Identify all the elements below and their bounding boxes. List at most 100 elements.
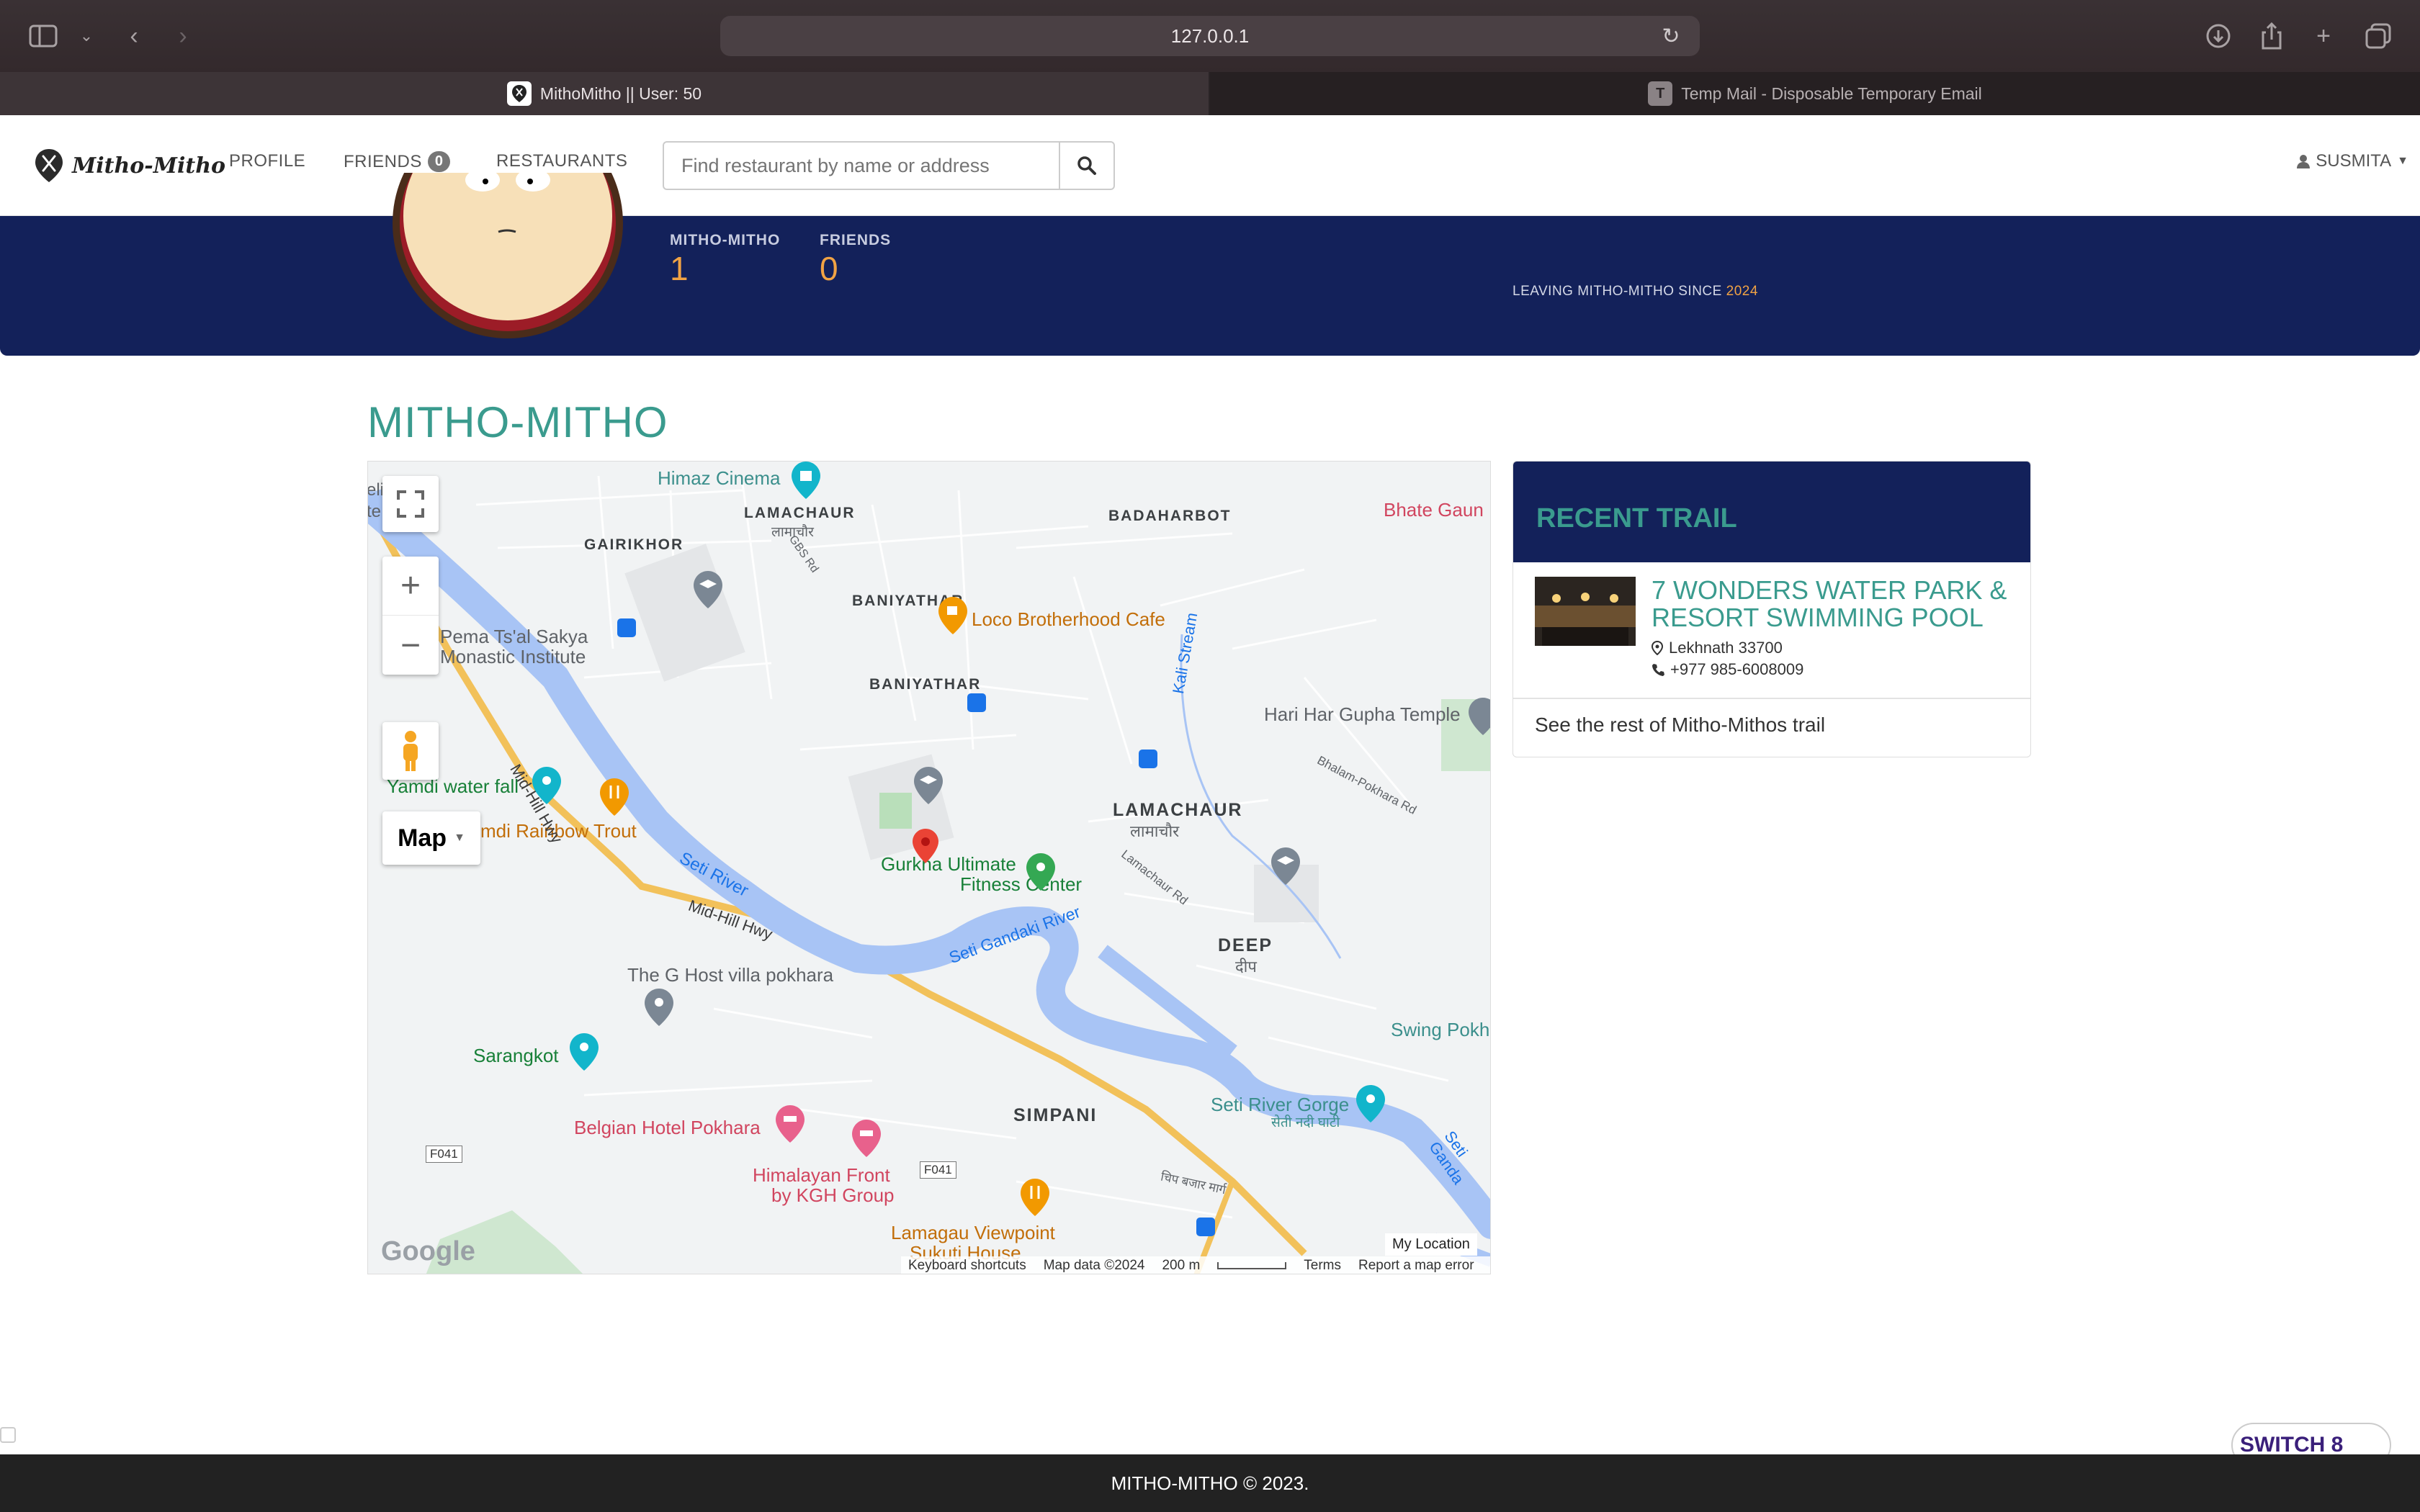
card-divider	[1513, 698, 2030, 699]
scale-bar	[1217, 1262, 1287, 1269]
bus-stop-icon[interactable]	[1196, 1218, 1215, 1236]
stat-friends[interactable]: FRIENDS 0	[820, 232, 891, 288]
map-label-district-np: दीप	[1235, 958, 1257, 976]
url-text: 127.0.0.1	[1170, 24, 1250, 47]
tab-mithomitho[interactable]: MithoMitho || User: 50	[0, 72, 1209, 115]
zoom-out-button[interactable]: −	[382, 616, 439, 675]
viewpoint-marker-icon[interactable]	[570, 1033, 599, 1074]
restaurant-marker-icon[interactable]	[600, 778, 629, 819]
restaurant-thumbnail[interactable]	[1535, 577, 1636, 646]
map-label-poi-np: सेती नदी घाटी	[1271, 1115, 1340, 1130]
download-icon[interactable]	[2197, 14, 2240, 58]
member-since: LEAVING MITHO-MITHO SINCE 2024	[1512, 284, 1758, 300]
bus-stop-icon[interactable]	[1139, 750, 1157, 768]
map-label-poi: Sarangkot	[473, 1045, 559, 1066]
bus-stop-icon[interactable]	[617, 618, 636, 637]
map-label-poi: Hari Har Gupha Temple	[1264, 703, 1461, 725]
map-label-district: BADAHARBOT	[1108, 508, 1232, 524]
scale-label[interactable]: 200 m	[1162, 1258, 1200, 1274]
hotel-marker-icon[interactable]	[852, 1120, 881, 1161]
avatar	[393, 173, 623, 338]
nav-friends-label: FRIENDS	[344, 151, 422, 171]
temp-mail-favicon-icon: T	[1648, 81, 1673, 106]
stat-label: FRIENDS	[820, 232, 892, 248]
current-location-marker-icon[interactable]	[913, 829, 938, 867]
terms-link[interactable]: Terms	[1304, 1258, 1341, 1274]
recent-trail-heading: RECENT TRAIL	[1536, 503, 1737, 534]
tab-overview-icon[interactable]	[2357, 14, 2400, 58]
map-widget[interactable]: Himaz Cinema LAMACHAUR लामाचौर BADAHARBO…	[367, 461, 1491, 1274]
map-label-road-shield: F041	[920, 1161, 956, 1179]
bus-stop-icon[interactable]	[967, 693, 986, 712]
cafe-marker-icon[interactable]	[938, 597, 967, 638]
map-label-district: LAMACHAUR	[1113, 800, 1243, 820]
reload-icon[interactable]: ↻	[1657, 22, 1685, 50]
my-location-button[interactable]: My Location	[1385, 1233, 1477, 1256]
restaurant-marker-icon[interactable]	[1021, 1179, 1049, 1220]
section-title: MITHO-MITHO	[367, 398, 668, 446]
street-view-pegman-icon[interactable]	[382, 722, 439, 780]
url-bar[interactable]: 127.0.0.1 ↻	[720, 16, 1700, 56]
map-data-label: Map data ©2024	[1043, 1258, 1145, 1273]
restaurant-phone: +977 985-6008009	[1652, 660, 1803, 679]
school-marker-icon[interactable]	[694, 571, 722, 612]
map-label-district: BANIYATHAR	[869, 676, 982, 693]
member-since-year: 2024	[1726, 284, 1758, 299]
gym-marker-icon[interactable]	[1026, 853, 1055, 894]
address-text: Lekhnath 33700	[1669, 639, 1783, 657]
forward-icon[interactable]: ›	[161, 14, 205, 58]
gorge-marker-icon[interactable]	[1356, 1085, 1385, 1126]
fullscreen-button[interactable]	[382, 476, 439, 532]
tab-temp-mail[interactable]: T Temp Mail - Disposable Temporary Email	[1210, 72, 2420, 115]
see-rest-link[interactable]: See the rest of Mitho-Mithos trail	[1535, 714, 1825, 737]
stat-label: MITHO-MITHO	[670, 232, 781, 248]
checkbox[interactable]	[0, 1427, 16, 1443]
map-label-poi: Loco Brotherhood Cafe	[972, 608, 1165, 630]
phone-text: +977 985-6008009	[1670, 660, 1804, 678]
google-logo[interactable]: Google	[381, 1236, 475, 1267]
nav-friends[interactable]: FRIENDS 0	[344, 151, 451, 172]
new-tab-icon[interactable]: +	[2302, 14, 2345, 58]
keyboard-shortcuts-link[interactable]: Keyboard shortcuts	[908, 1258, 1026, 1274]
back-icon[interactable]: ‹	[112, 14, 156, 58]
map-label-poi: Monastic Institute	[440, 646, 586, 667]
zoom-control: + −	[382, 557, 439, 675]
sidebar-toggle-icon[interactable]	[22, 14, 65, 58]
brand-logo[interactable]: Mitho-Mitho	[33, 145, 225, 186]
search-button[interactable]	[1059, 143, 1113, 189]
map-label-poi: Pema Ts'al Sakya	[440, 626, 588, 647]
nav-restaurants[interactable]: RESTAURANTS	[496, 151, 627, 171]
nav-profile[interactable]: PROFILE	[229, 151, 305, 171]
share-icon[interactable]	[2250, 14, 2293, 58]
school-marker-icon[interactable]	[914, 767, 943, 808]
browser-toolbar: ⌄ ‹ › 127.0.0.1 ↻ +	[0, 0, 2420, 72]
map-type-button[interactable]: Map ▼	[382, 811, 480, 865]
user-menu[interactable]: SUSMITA ▼	[2297, 151, 2408, 171]
map-label-poi: Lamagau Viewpoint	[891, 1222, 1055, 1243]
mithomitho-favicon-icon	[506, 81, 532, 106]
map-label-road-shield: F041	[426, 1146, 462, 1163]
recent-trail-card: RECENT TRAIL 7 WONDERS WATER PARK & RESO…	[1512, 461, 2031, 757]
footer-copyright: MITHO-MITHO © 2023.	[1111, 1472, 1309, 1494]
temple-marker-icon[interactable]	[1469, 698, 1490, 739]
hotel-marker-icon[interactable]	[645, 989, 673, 1030]
stat-mitho[interactable]: MITHO-MITHO 1	[670, 232, 780, 288]
map-label-poi: Belgian Hotel Pokhara	[574, 1117, 761, 1138]
profile-header: MITHO-MITHO 1 FRIENDS 0 LEAVING MITHO-MI…	[0, 173, 2420, 356]
hotel-marker-icon[interactable]	[776, 1105, 805, 1146]
map-label-district-np: लामाचौर	[1130, 822, 1180, 840]
cinema-marker-icon[interactable]	[792, 462, 820, 503]
tab-title: MithoMitho || User: 50	[539, 84, 702, 103]
map-type-label: Map	[398, 824, 447, 852]
map-label-poi: Swing Pokh	[1391, 1019, 1490, 1040]
report-error-link[interactable]: Report a map error	[1358, 1258, 1474, 1274]
search-input[interactable]	[664, 143, 1059, 189]
school-marker-icon[interactable]	[1271, 847, 1300, 888]
zoom-in-button[interactable]: +	[382, 557, 439, 616]
user-icon	[2297, 155, 2311, 168]
tab-title: Temp Mail - Disposable Temporary Email	[1681, 84, 1982, 103]
map-label-poi: te	[367, 502, 382, 521]
restaurant-name-link[interactable]: 7 WONDERS WATER PARK & RESORT SWIMMING P…	[1652, 577, 2019, 631]
chevron-down-icon[interactable]: ⌄	[65, 14, 108, 58]
browser-tabs: MithoMitho || User: 50 T Temp Mail - Dis…	[0, 72, 2420, 115]
